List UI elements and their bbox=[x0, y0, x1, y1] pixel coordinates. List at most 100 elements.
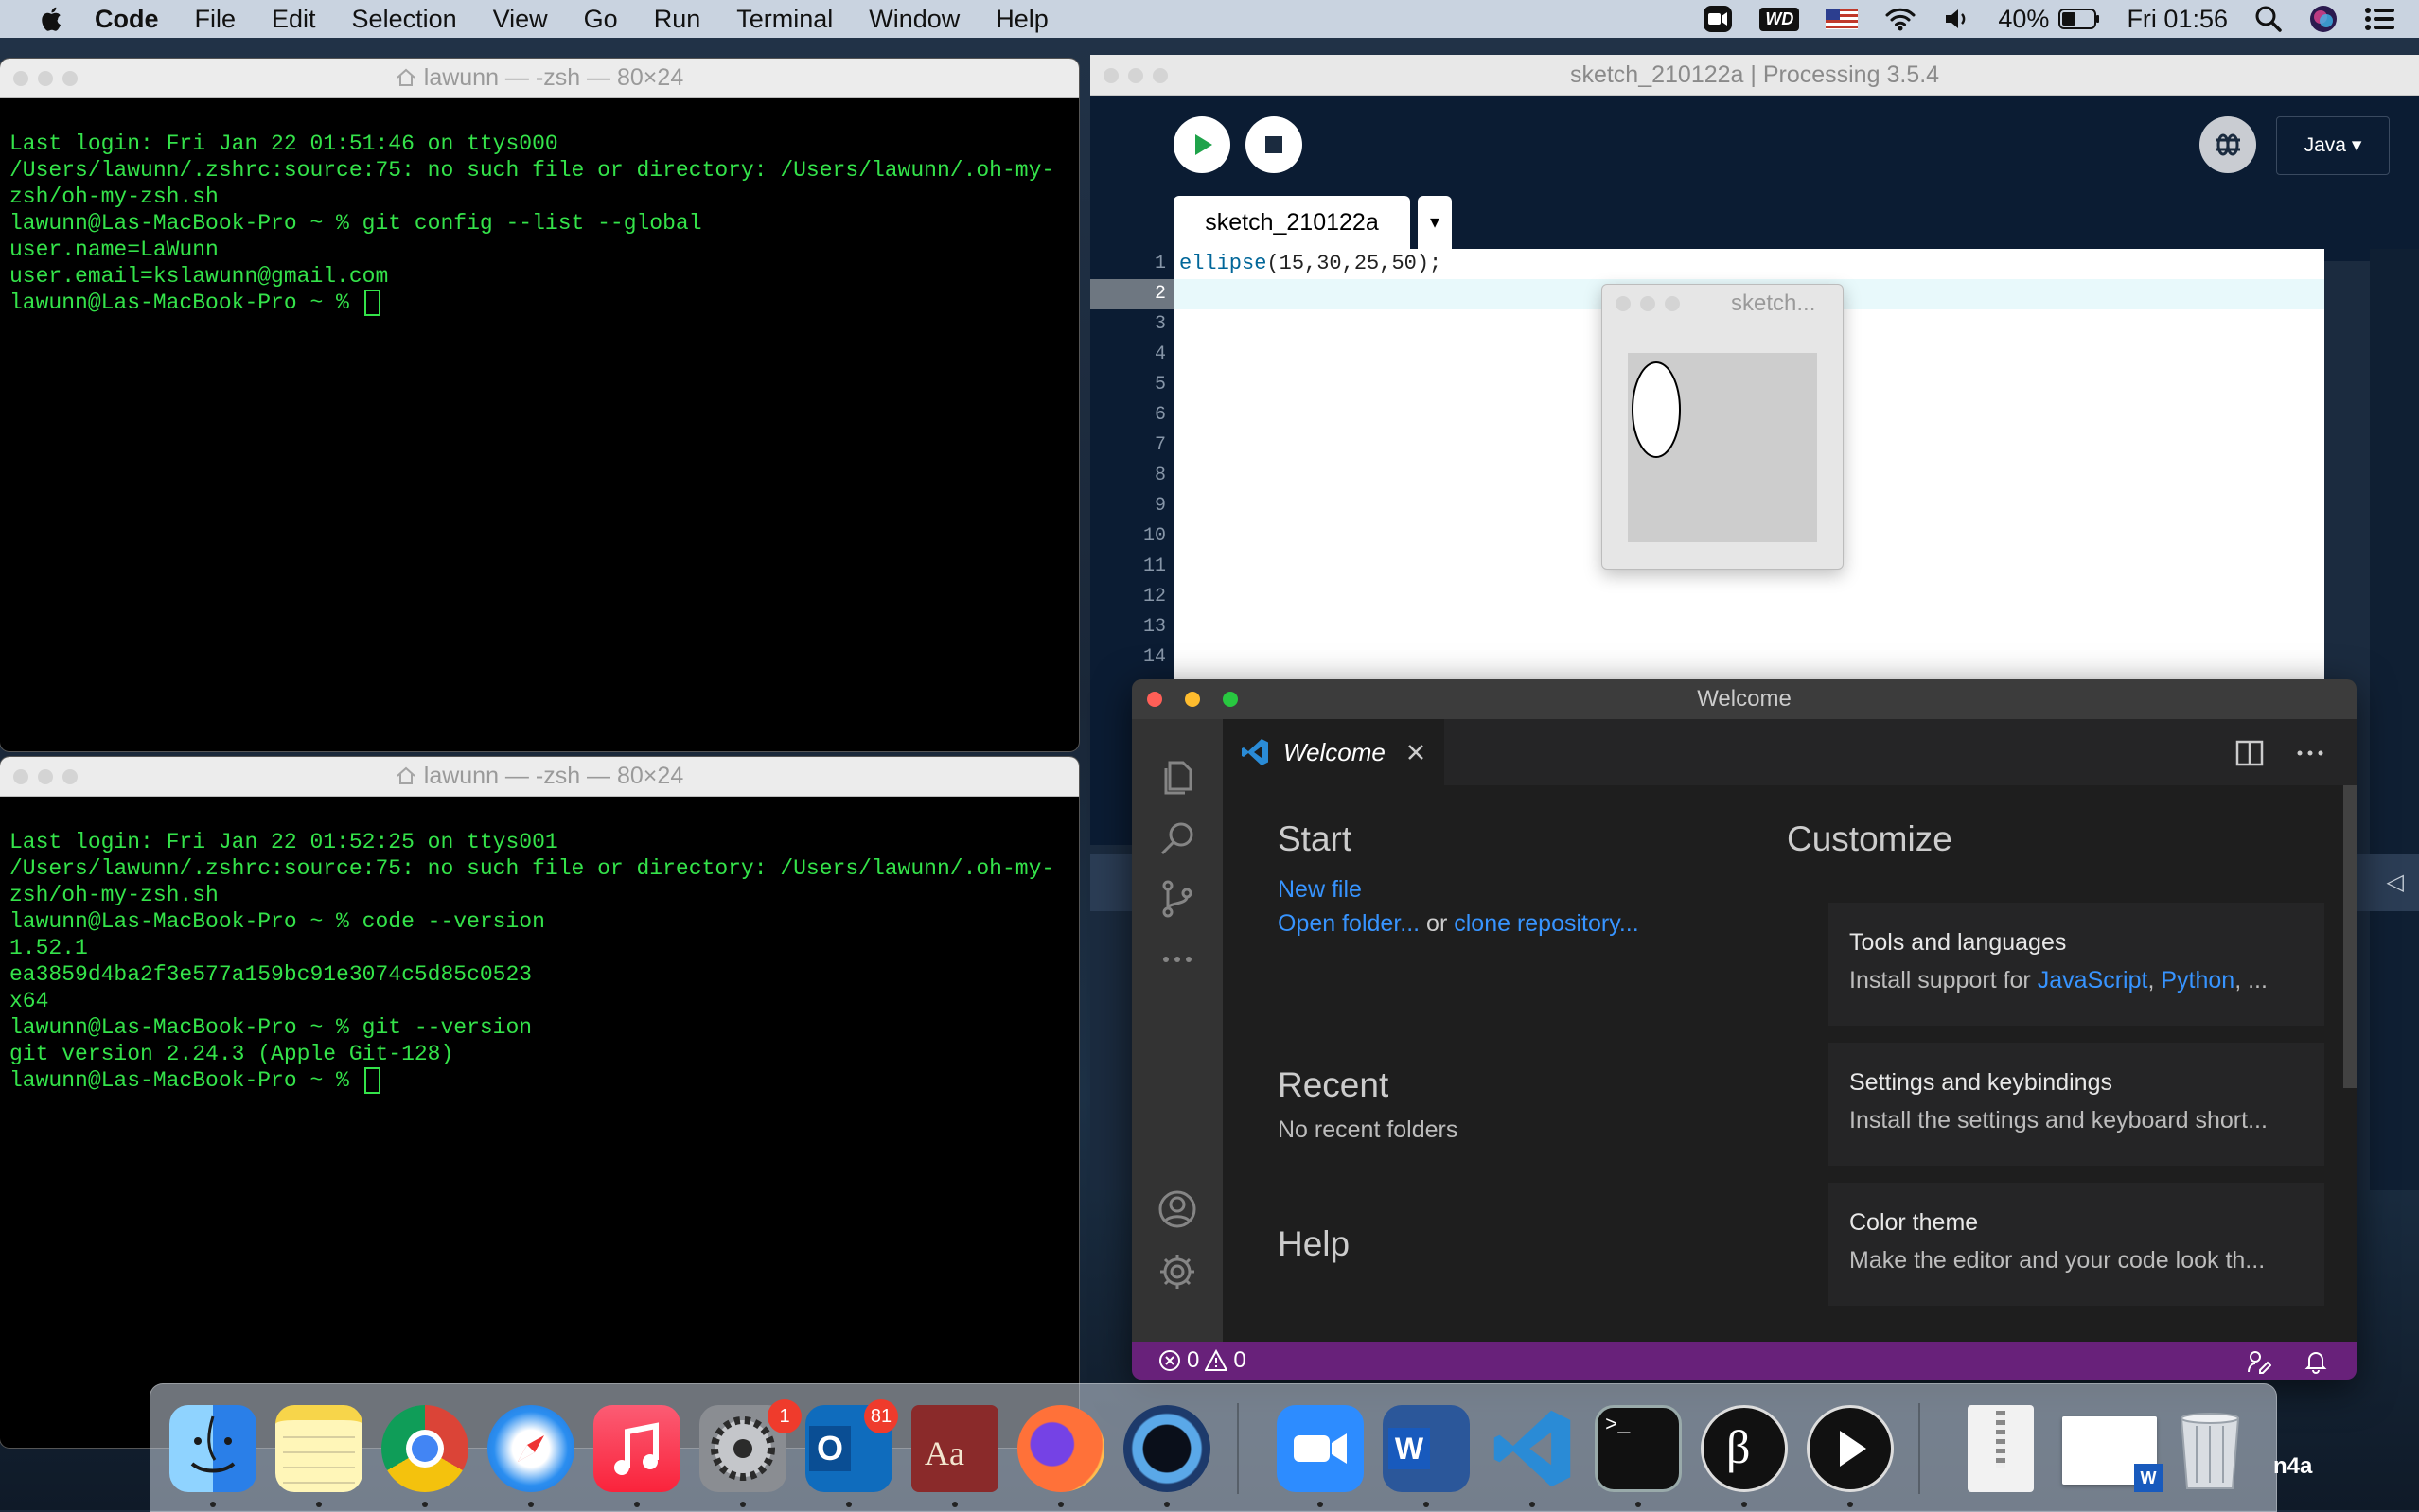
menu-terminal[interactable]: Terminal bbox=[736, 5, 833, 34]
debug-button[interactable] bbox=[2199, 116, 2256, 173]
wd-drive-icon[interactable]: WD bbox=[1759, 7, 1800, 31]
code-line-1[interactable]: ellipse(15,30,25,50); bbox=[1179, 249, 1441, 279]
zip-archive-icon[interactable] bbox=[1968, 1405, 2034, 1492]
stop-button[interactable] bbox=[1245, 116, 1302, 173]
vscode-titlebar[interactable]: Welcome bbox=[1132, 679, 2357, 719]
dictionary-icon[interactable]: Aa bbox=[911, 1405, 998, 1492]
battery-percent[interactable]: 40% bbox=[1998, 5, 2049, 34]
menu-selection[interactable]: Selection bbox=[352, 5, 457, 34]
quicktime-icon[interactable] bbox=[1123, 1405, 1210, 1492]
close-button[interactable] bbox=[1616, 296, 1631, 311]
scrollbar-thumb[interactable] bbox=[2343, 785, 2357, 1088]
music-icon[interactable] bbox=[593, 1405, 680, 1492]
terminal-titlebar[interactable]: lawunn — -zsh — 80×24 bbox=[0, 59, 1079, 98]
problems-status[interactable]: 0 0 bbox=[1158, 1342, 1246, 1380]
text-cursor bbox=[363, 290, 380, 316]
error-count: 0 bbox=[1187, 1347, 1200, 1373]
run-button[interactable] bbox=[1174, 116, 1230, 173]
vscode-dock-icon[interactable] bbox=[1489, 1405, 1576, 1492]
notification-center-icon[interactable] bbox=[2364, 7, 2396, 31]
line-number: 12 bbox=[1142, 586, 1166, 607]
terminal-window-bottom[interactable]: lawunn — -zsh — 80×24 Last login: Fri Ja… bbox=[0, 757, 1079, 1448]
activity-bar bbox=[1132, 719, 1223, 1342]
wifi-icon[interactable] bbox=[1884, 7, 1916, 31]
terminal-titlebar[interactable]: lawunn — -zsh — 80×24 bbox=[0, 757, 1079, 797]
settings-gear-icon[interactable] bbox=[1157, 1251, 1198, 1292]
more-icon[interactable] bbox=[1157, 939, 1198, 980]
menu-edit[interactable]: Edit bbox=[272, 5, 316, 34]
terminal-prompt-line[interactable]: lawunn@Las-MacBook-Pro ~ % bbox=[9, 290, 1069, 316]
card-color-theme[interactable]: Color theme Make the editor and your cod… bbox=[1828, 1183, 2324, 1306]
card-tools-languages[interactable]: Tools and languages Install support for … bbox=[1828, 903, 2324, 1026]
source-control-icon[interactable] bbox=[1157, 878, 1198, 920]
open-folder-link[interactable]: Open folder... bbox=[1278, 910, 1420, 937]
vscode-window[interactable]: Welcome Welcome Start New file Open fold… bbox=[1132, 679, 2357, 1380]
processing-titlebar[interactable]: sketch_210122a | Processing 3.5.4 bbox=[1090, 55, 2419, 96]
menu-file[interactable]: File bbox=[195, 5, 237, 34]
zoom-icon[interactable] bbox=[1277, 1405, 1364, 1492]
firefox-icon[interactable] bbox=[1017, 1405, 1104, 1492]
trash-icon[interactable] bbox=[2172, 1405, 2248, 1492]
apple-icon[interactable] bbox=[38, 5, 62, 33]
tab-label: Welcome bbox=[1283, 737, 1386, 766]
processing-glyph: β bbox=[1726, 1420, 1751, 1473]
notes-icon[interactable] bbox=[275, 1405, 362, 1492]
safari-icon[interactable] bbox=[487, 1405, 574, 1492]
clock[interactable]: Fri 01:56 bbox=[2127, 5, 2228, 34]
terminal-prompt-line[interactable]: lawunn@Las-MacBook-Pro ~ % bbox=[9, 1067, 1069, 1094]
accounts-icon[interactable] bbox=[1157, 1188, 1198, 1230]
chrome-icon[interactable] bbox=[381, 1405, 468, 1492]
processing-icon[interactable]: β bbox=[1701, 1405, 1788, 1492]
menu-app-name[interactable]: Code bbox=[95, 5, 159, 34]
scrollbar-track[interactable] bbox=[2370, 249, 2419, 1190]
tab-welcome[interactable]: Welcome bbox=[1223, 719, 1444, 785]
sketch-titlebar[interactable]: sketch... bbox=[1602, 285, 1843, 323]
feedback-icon[interactable] bbox=[2247, 1349, 2271, 1374]
line-number: 4 bbox=[1154, 343, 1166, 365]
menu-view[interactable]: View bbox=[493, 5, 548, 34]
search-icon[interactable] bbox=[1157, 818, 1198, 859]
tab-sketch[interactable]: sketch_210122a bbox=[1174, 196, 1410, 249]
media-player-icon[interactable] bbox=[1807, 1405, 1894, 1492]
document-stack-icon[interactable]: W bbox=[2062, 1416, 2163, 1492]
menu-window[interactable]: Window bbox=[869, 5, 960, 34]
us-flag-icon[interactable] bbox=[1826, 9, 1859, 29]
menu-go[interactable]: Go bbox=[584, 5, 618, 34]
minimize-button[interactable] bbox=[1640, 296, 1655, 311]
notifications-bell-icon[interactable] bbox=[2304, 1349, 2328, 1374]
volume-icon[interactable] bbox=[1943, 7, 1971, 31]
customize-heading: Customize bbox=[1787, 819, 1952, 858]
javascript-link[interactable]: JavaScript bbox=[2038, 967, 2148, 993]
menu-run[interactable]: Run bbox=[654, 5, 701, 34]
more-actions-icon[interactable] bbox=[2296, 744, 2324, 763]
python-link[interactable]: Python bbox=[2161, 967, 2234, 993]
zoom-button[interactable] bbox=[1665, 296, 1680, 311]
welcome-page[interactable]: Start New file Open folder... or clone r… bbox=[1223, 785, 2357, 1342]
word-icon[interactable]: W bbox=[1383, 1405, 1470, 1492]
battery-icon[interactable] bbox=[2058, 9, 2100, 29]
new-file-link[interactable]: New file bbox=[1278, 876, 1362, 904]
collapse-console-icon[interactable]: ◁ bbox=[2387, 869, 2404, 896]
clone-repository-link[interactable]: clone repository... bbox=[1454, 910, 1638, 937]
finder-icon[interactable] bbox=[169, 1405, 256, 1492]
tab-menu-button[interactable]: ▾ bbox=[1418, 196, 1452, 249]
terminal-output[interactable]: Last login: Fri Jan 22 01:52:25 on ttys0… bbox=[0, 797, 1079, 1152]
split-editor-icon[interactable] bbox=[2235, 740, 2264, 766]
zoom-status-icon[interactable] bbox=[1703, 5, 1733, 33]
terminal-window-top[interactable]: lawunn — -zsh — 80×24 Last login: Fri Ja… bbox=[0, 59, 1079, 751]
line-number: 1 bbox=[1154, 253, 1166, 274]
open-clone-row: Open folder... or clone repository... bbox=[1278, 910, 1639, 938]
spotlight-search-icon[interactable] bbox=[2254, 5, 2283, 33]
card-settings-keybindings[interactable]: Settings and keybindings Install the set… bbox=[1828, 1043, 2324, 1166]
card-title: Color theme bbox=[1849, 1209, 1979, 1236]
siri-icon[interactable] bbox=[2309, 5, 2338, 33]
menu-help[interactable]: Help bbox=[996, 5, 1049, 34]
terminal-output[interactable]: Last login: Fri Jan 22 01:51:46 on ttys0… bbox=[0, 98, 1079, 375]
close-icon[interactable] bbox=[1406, 743, 1425, 762]
terminal-icon[interactable]: >_ bbox=[1595, 1405, 1682, 1492]
explorer-icon[interactable] bbox=[1157, 757, 1198, 799]
card-description: Install the settings and keyboard short.… bbox=[1849, 1107, 2268, 1134]
sketch-output-window[interactable]: sketch... bbox=[1601, 284, 1844, 570]
mode-selector[interactable]: Java ▾ bbox=[2276, 116, 2390, 175]
line-number: 3 bbox=[1154, 313, 1166, 335]
